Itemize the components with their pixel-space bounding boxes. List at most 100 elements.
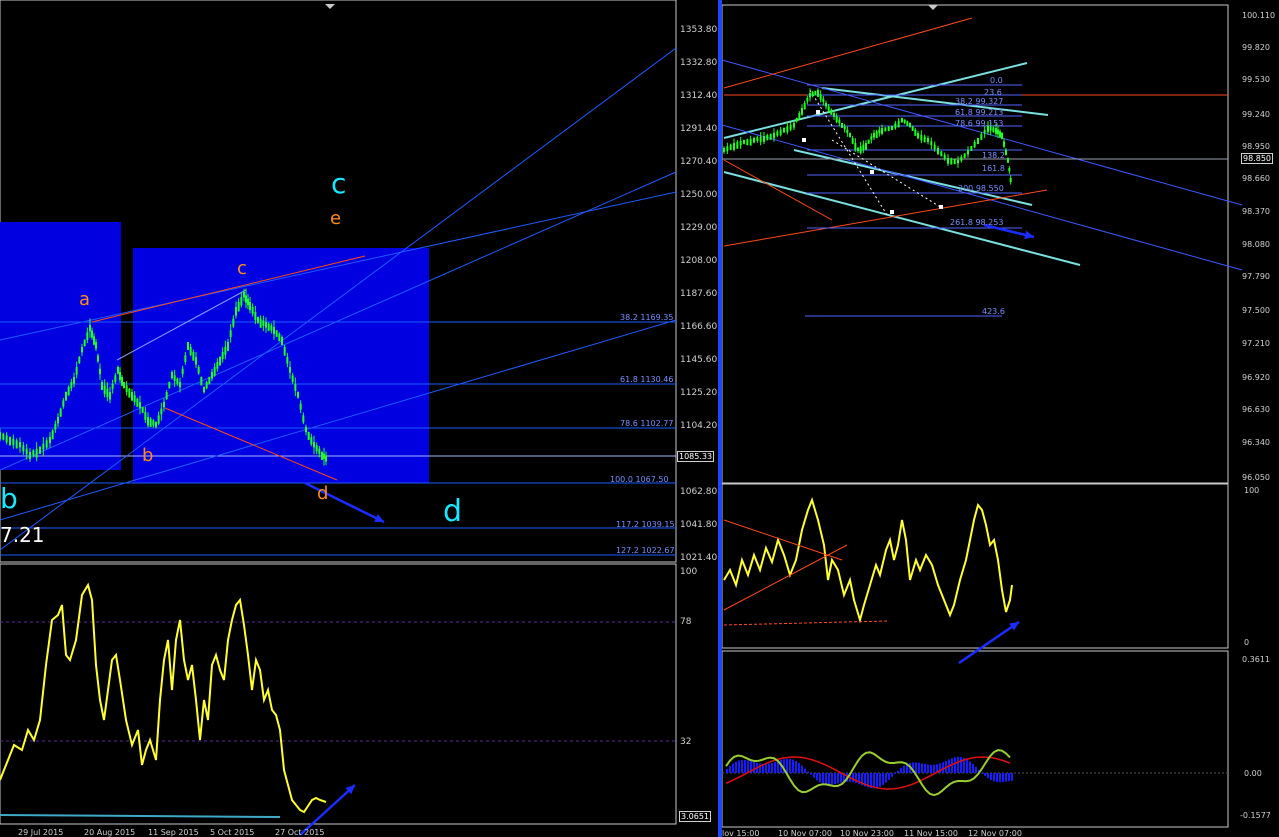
fib-label: 23.6 (984, 88, 1002, 97)
candle-body (920, 134, 923, 141)
candle-body (297, 392, 299, 398)
candle-body (9, 437, 11, 446)
candle-body (200, 377, 203, 386)
candle-body (323, 453, 325, 459)
candle-body (251, 307, 254, 314)
candle-body (736, 142, 739, 149)
macd-bar (792, 759, 794, 773)
candle-body (887, 126, 890, 131)
candle-body (179, 382, 181, 388)
wave-point-marker (870, 170, 874, 174)
price-tick: 1291.40 (680, 124, 718, 134)
fib-label: 138.2 (982, 151, 1005, 160)
macd-bar (969, 761, 971, 773)
candle-body (147, 417, 149, 426)
candle-body (155, 422, 157, 428)
candle-body (937, 148, 939, 155)
candle-body (827, 106, 830, 111)
osc-level: 100 (1244, 486, 1260, 495)
time-tick: 29 Jul 2015 (18, 828, 64, 837)
candle-body (2, 433, 5, 440)
macd-bar (786, 758, 788, 773)
time-tick: 10 Nov 07:00 (778, 829, 832, 837)
candle-body (49, 437, 51, 444)
macd-bar (915, 762, 917, 773)
macd-bar (987, 773, 989, 779)
fib-label: 261.8 98.253 (950, 218, 1004, 227)
wave-label-big-b: b (0, 482, 18, 515)
candle-body (739, 141, 742, 146)
fib-label: 127.2 1022.67 (616, 546, 675, 555)
candle-body (749, 138, 752, 146)
wave-label-e: e (330, 208, 342, 229)
candle-body (927, 138, 929, 143)
candle-body (870, 136, 873, 140)
macd-bar (999, 773, 1001, 783)
fib-label: 100.0 1067.50 (610, 475, 669, 484)
macd-bar (798, 763, 800, 773)
candle-body (265, 322, 267, 328)
candle-body (181, 368, 184, 375)
candle-body (841, 123, 843, 128)
candle-body (237, 302, 240, 311)
candle-body (851, 138, 854, 144)
candle-body (275, 330, 278, 337)
price-tick: 98.370 (1242, 207, 1270, 216)
candle-body (1007, 158, 1009, 163)
osc-level: 32 (680, 737, 692, 747)
macd-bar (822, 773, 824, 784)
candle-body (278, 333, 281, 342)
macd-bar (774, 761, 776, 773)
wave-point-marker (939, 205, 943, 209)
price-tick: 1125.20 (680, 388, 718, 398)
fib-label: 161.8 (982, 164, 1005, 173)
candle-body (793, 123, 795, 128)
wave-label-big-d: d (443, 494, 463, 529)
candle-body (830, 109, 833, 115)
price-tick: 1270.40 (680, 157, 718, 167)
time-tick: 20 Aug 2015 (84, 828, 136, 837)
candle-body (257, 317, 259, 324)
price-tick: 1187.60 (680, 289, 718, 299)
candle-body (221, 352, 224, 359)
candle-body (970, 146, 973, 151)
candle-body (75, 367, 78, 375)
left-chart-canvas[interactable] (0, 0, 718, 837)
osc-dash-line (723, 620, 888, 626)
candle-body (22, 445, 25, 452)
time-tick: 12 Nov 07:00 (968, 829, 1022, 837)
macd-bar (807, 771, 809, 773)
candle-body (294, 383, 297, 391)
candle-body (846, 129, 849, 134)
candle-body (195, 357, 197, 365)
red-trend-line (723, 159, 833, 221)
candle-body (57, 417, 59, 424)
candle-body (91, 330, 93, 338)
candle-body (106, 388, 109, 398)
candle-body (289, 367, 291, 373)
candle-body (960, 156, 963, 161)
candle-body (997, 129, 999, 135)
candle-body (70, 382, 73, 388)
price-tick: 96.050 (1242, 473, 1270, 482)
macd-bar (918, 762, 920, 773)
candle-body (1009, 178, 1012, 182)
candle-body (973, 142, 976, 148)
left-chart-window[interactable]: 1353.80 1332.80 1312.40 1291.40 1270.40 … (0, 0, 718, 837)
macd-bar (810, 773, 812, 775)
macd-bar (738, 760, 740, 773)
candle-body (822, 98, 825, 102)
candle-body (163, 402, 165, 408)
candle-body (809, 93, 811, 98)
macd-bar (753, 761, 755, 773)
candle-body (779, 129, 782, 135)
candle-body (29, 452, 31, 459)
candle-body (1003, 141, 1005, 147)
candle-body (73, 377, 75, 384)
price-tick: 98.660 (1242, 174, 1270, 183)
candle-body (977, 138, 979, 145)
window-marker (325, 4, 335, 9)
candle-body (78, 357, 81, 363)
right-chart-window[interactable]: 100.110 99.820 99.530 99.240 98.950 98.6… (722, 0, 1279, 837)
fib-label: 78.6 99.153 (955, 119, 1004, 128)
